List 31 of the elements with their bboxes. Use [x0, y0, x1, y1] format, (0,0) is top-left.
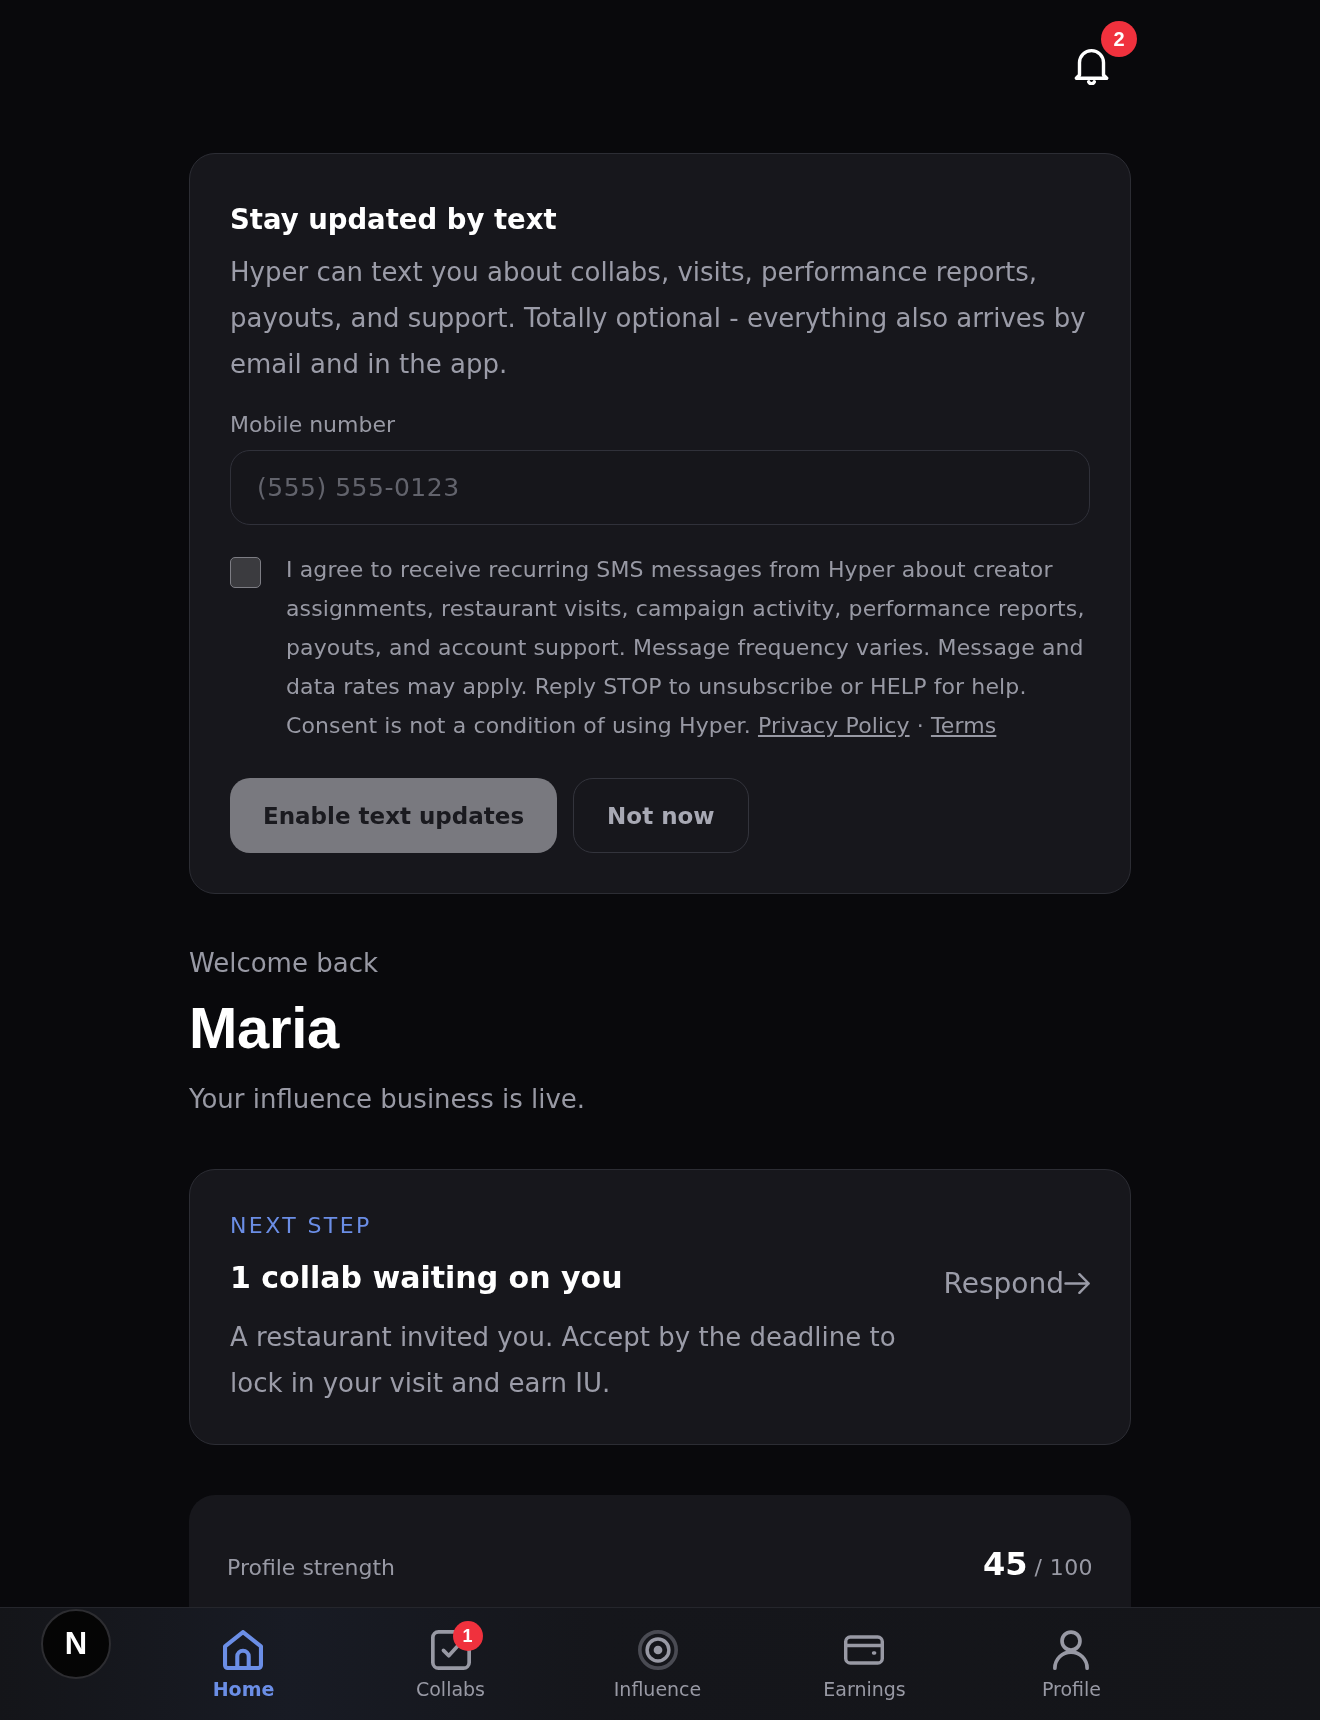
- nav-tab[interactable]: Profile: [1041, 1619, 1102, 1702]
- card-description: A restaurant invited you. Accept by the deadline to lock in your visit and earn IU.: [230, 1321, 897, 1400]
- score-value: 45: [983, 1545, 1028, 1583]
- welcome-label: Welcome back: [189, 947, 379, 979]
- section-label: NEXT STEP: [230, 1212, 373, 1240]
- respond-link[interactable]: Respond: [943, 1266, 1090, 1300]
- consent-text: I agree to receive recurring SMS messages from Hyper about creator assignments, restaurant visits, campaign activity, performance reports, payouts, and account support. Message frequency varies. Message and data rates may apply. Reply STOP to unsubscribe or HELP for help. Consent is not a condition of using Hyper. Privacy Policy · Terms: [286, 556, 1086, 740]
- card-title: Stay updated by text: [230, 202, 558, 236]
- consent-checkbox[interactable]: [230, 557, 261, 588]
- count-badge: 1: [452, 1621, 483, 1651]
- welcome-subtitle: Your influence business is live.: [189, 1083, 587, 1115]
- dismiss-button[interactable]: Not now: [573, 778, 749, 853]
- policy-link[interactable]: Terms: [930, 713, 997, 738]
- notification-count-badge: 2: [1101, 21, 1137, 57]
- nav-tab[interactable]: Influence: [613, 1619, 702, 1702]
- target-icon: [637, 1630, 678, 1670]
- nav-tab[interactable]: Home: [212, 1619, 275, 1702]
- card-description: Hyper can text you about collabs, visits, performance reports, payouts, and support. Totally optional - everything also arrives by email and in the app.: [230, 256, 1087, 381]
- score-total: / 100: [1034, 1555, 1093, 1580]
- phone-input-field[interactable]: (555) 555-0123: [230, 450, 1090, 525]
- arrow-right-icon: [1064, 1272, 1090, 1294]
- dev-tools-button[interactable]: N: [41, 1609, 111, 1679]
- card-title: 1 collab waiting on you: [230, 1259, 624, 1297]
- profile-strength-label: Profile strength: [227, 1555, 396, 1580]
- home-icon: [223, 1630, 264, 1670]
- person-icon: [1051, 1630, 1092, 1670]
- user-name: Maria: [189, 996, 341, 1060]
- nav-tab[interactable]: Earnings: [823, 1619, 906, 1702]
- policy-link[interactable]: Privacy Policy: [757, 713, 910, 738]
- field-label: Mobile number: [230, 411, 397, 439]
- nav-tab[interactable]: 1 Collabs: [415, 1619, 486, 1702]
